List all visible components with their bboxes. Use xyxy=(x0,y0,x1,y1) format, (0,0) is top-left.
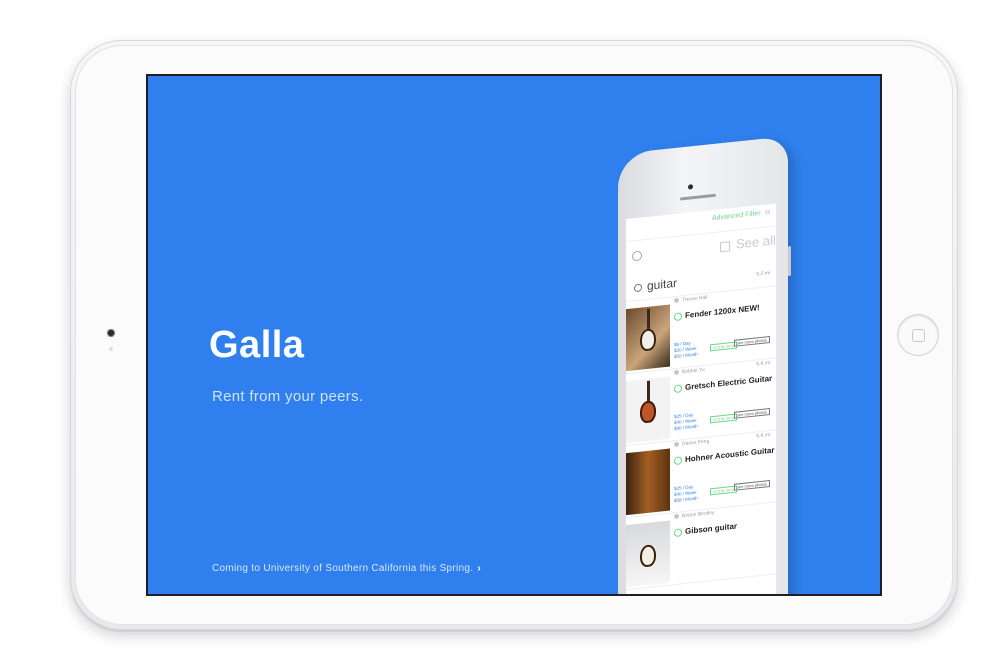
guitar-body-icon xyxy=(640,328,656,352)
ipad-camera-icon xyxy=(107,329,115,337)
search-icon xyxy=(634,283,642,293)
listing-distance: 5.8 mi xyxy=(756,360,770,368)
search-distance: 0.2 mi xyxy=(756,270,770,278)
guitar-body-icon xyxy=(640,544,656,568)
grid-icon xyxy=(720,240,730,252)
availability-ring-icon xyxy=(674,312,682,322)
price-month: $90 / Month xyxy=(674,423,698,432)
filter-toggle-icon: ⊖ xyxy=(764,208,771,217)
listing-title: Gibson guitar xyxy=(674,521,737,538)
listing-thumbnail xyxy=(626,520,670,588)
availability-ring-icon xyxy=(674,384,682,394)
listing-item[interactable]: Britton Bentley Gibson guitar xyxy=(626,503,776,591)
availability-ring-icon xyxy=(674,456,682,466)
rent-button[interactable]: rent by item xyxy=(710,413,737,424)
guitar-neck-icon xyxy=(647,308,650,331)
availability-ring-icon xyxy=(674,528,682,538)
listing-title: Fender 1200x NEW! xyxy=(674,303,760,322)
listing-title: Hohner Acoustic Guitar xyxy=(674,446,775,466)
home-button-square-icon xyxy=(912,329,925,342)
price-month: $50 / Month xyxy=(674,351,698,360)
listing-owner-name: Trevan Hall xyxy=(682,294,708,304)
advanced-filter-label: Advanced Filter xyxy=(712,210,761,223)
coming-soon-text: Coming to University of Southern Califor… xyxy=(212,563,474,574)
rent-button[interactable]: rent by item xyxy=(710,341,737,352)
history-clock-icon[interactable] xyxy=(632,250,642,262)
listing-title-text: Gibson guitar xyxy=(685,521,737,536)
phone-front-camera-icon xyxy=(688,184,693,190)
listing-thumbnail xyxy=(626,376,670,444)
home-button[interactable] xyxy=(898,315,938,355)
listing-prices: $8 / Day $20 / Week $50 / Month xyxy=(674,340,698,360)
phone-app-screen: Advanced Filter ⊖ See all guitar 0.2 mi T… xyxy=(626,203,776,594)
listing-prices: $25 / Day $40 / Week $58 / Month xyxy=(674,484,698,504)
app-title: Galla xyxy=(209,324,305,366)
search-input[interactable]: guitar xyxy=(647,276,677,293)
app-tagline: Rent from your peers. xyxy=(212,388,364,405)
rent-button[interactable]: rent by item xyxy=(710,485,737,496)
phone-side-button xyxy=(788,245,791,277)
chevron-right-icon: › xyxy=(477,563,481,574)
avatar xyxy=(674,441,679,448)
listing-title-text: Hohner Acoustic Guitar xyxy=(685,445,775,464)
iphone-mockup: Advanced Filter ⊖ See all guitar 0.2 mi T… xyxy=(618,136,791,594)
landing-screen: Galla Rent from your peers. Coming to Un… xyxy=(148,76,880,594)
listing-prices: $25 / Day $40 / Week $90 / Month xyxy=(674,412,698,432)
see-more-photos-button[interactable]: see more photos xyxy=(734,336,770,347)
advanced-filter-link[interactable]: Advanced Filter ⊖ xyxy=(712,208,771,222)
avatar xyxy=(674,513,679,520)
listing-title: Gretsch Electric Guitar xyxy=(674,373,773,394)
listing-distance: 5.8 mi xyxy=(756,432,770,440)
guitar-body-icon xyxy=(640,400,656,424)
see-more-photos-button[interactable]: see more photos xyxy=(734,408,770,419)
see-more-photos-button[interactable]: see more photos xyxy=(734,480,770,491)
price-month: $58 / Month xyxy=(674,495,698,504)
listing-title-text: Gretsch Electric Guitar xyxy=(685,373,773,392)
see-all-label: See all xyxy=(736,232,776,252)
listing-thumbnail xyxy=(626,448,670,516)
listing-thumbnail xyxy=(626,304,670,372)
avatar xyxy=(674,297,679,304)
ipad-sensor-icon xyxy=(109,347,113,351)
guitar-neck-icon xyxy=(647,380,650,403)
coming-soon-link[interactable]: Coming to University of Southern Califor… xyxy=(212,563,481,574)
see-all-button[interactable]: See all xyxy=(720,232,776,253)
listing-title-text: Fender 1200x NEW! xyxy=(685,303,760,320)
phone-speaker-icon xyxy=(680,193,716,201)
listing-owner-name: Bobbie Yu xyxy=(682,366,705,376)
avatar xyxy=(674,369,679,376)
